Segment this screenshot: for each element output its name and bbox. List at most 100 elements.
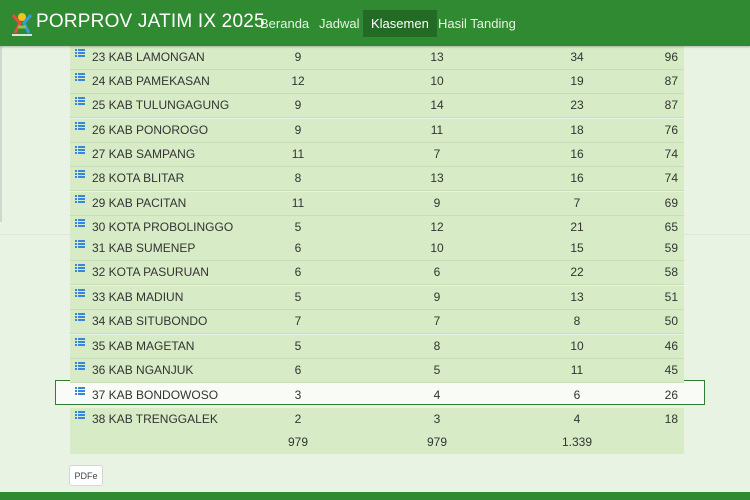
nav-hasil-tanding[interactable]: Hasil Tanding bbox=[429, 10, 525, 37]
total-gold: 979 bbox=[287, 435, 309, 449]
nav-jadwal[interactable]: Jadwal bbox=[310, 10, 368, 37]
table-row[interactable]: 38 KAB TRENGGALEK 2 3 4 18 bbox=[70, 408, 684, 432]
total-count: 58 bbox=[664, 265, 678, 279]
gold-count: 8 bbox=[294, 171, 302, 185]
total-count: 87 bbox=[664, 98, 678, 112]
silver-count: 12 bbox=[430, 220, 444, 234]
list-icon[interactable] bbox=[75, 194, 85, 204]
list-icon[interactable] bbox=[75, 410, 85, 420]
silver-count: 13 bbox=[430, 171, 444, 185]
bronze-count: 4 bbox=[573, 412, 581, 426]
gold-count: 3 bbox=[294, 388, 302, 402]
list-icon[interactable] bbox=[75, 169, 85, 179]
total-count: 26 bbox=[664, 388, 678, 402]
footer-bar bbox=[0, 492, 750, 500]
table-row[interactable]: 27 KAB SAMPANG 11 7 16 74 bbox=[70, 143, 684, 167]
total-count: 50 bbox=[664, 314, 678, 328]
total-silver: 979 bbox=[426, 435, 448, 449]
bronze-count: 13 bbox=[570, 290, 584, 304]
team-name: 34 KAB SITUBONDO bbox=[92, 314, 208, 328]
list-icon[interactable] bbox=[75, 312, 85, 322]
team-name: 26 KAB PONOROGO bbox=[92, 123, 209, 137]
total-count: 96 bbox=[664, 50, 678, 64]
list-icon[interactable] bbox=[75, 361, 85, 371]
gold-count: 2 bbox=[294, 412, 302, 426]
gold-count: 6 bbox=[294, 265, 302, 279]
table-row[interactable]: 36 KAB NGANJUK 6 5 11 45 bbox=[70, 359, 684, 383]
silver-count: 13 bbox=[430, 50, 444, 64]
team-name: 30 KOTA PROBOLINGGO bbox=[92, 220, 234, 234]
total-count: 51 bbox=[664, 290, 678, 304]
total-count: 74 bbox=[664, 171, 678, 185]
list-icon[interactable] bbox=[75, 96, 85, 106]
table-row[interactable]: 35 KAB MAGETAN 5 8 10 46 bbox=[70, 335, 684, 359]
team-name: 37 KAB BONDOWOSO bbox=[92, 388, 219, 402]
gold-count: 6 bbox=[294, 241, 302, 255]
list-icon[interactable] bbox=[75, 72, 85, 82]
list-icon[interactable] bbox=[75, 145, 85, 155]
gold-count: 5 bbox=[294, 220, 302, 234]
porprov-logo-icon[interactable] bbox=[10, 9, 34, 37]
gold-count: 11 bbox=[291, 147, 305, 161]
gold-count: 12 bbox=[291, 74, 305, 88]
team-name: 38 KAB TRENGGALEK bbox=[92, 412, 218, 426]
nav-klasemen[interactable]: Klasemen bbox=[363, 10, 437, 37]
silver-count: 6 bbox=[433, 265, 441, 279]
list-icon[interactable] bbox=[75, 386, 85, 396]
gold-count: 9 bbox=[294, 98, 302, 112]
bronze-count: 18 bbox=[570, 123, 584, 137]
table-row[interactable]: 23 KAB LAMONGAN 9 13 34 96 bbox=[70, 46, 684, 70]
bronze-count: 23 bbox=[570, 98, 584, 112]
bronze-count: 7 bbox=[573, 196, 581, 210]
total-count: 45 bbox=[664, 363, 678, 377]
total-count: 18 bbox=[664, 412, 678, 426]
list-icon[interactable] bbox=[75, 121, 85, 131]
silver-count: 7 bbox=[433, 314, 441, 328]
list-icon[interactable] bbox=[75, 337, 85, 347]
table-row[interactable]: 29 KAB PACITAN 11 9 7 69 bbox=[70, 192, 684, 216]
bronze-count: 11 bbox=[570, 363, 584, 377]
bronze-count: 19 bbox=[570, 74, 584, 88]
silver-count: 11 bbox=[430, 123, 444, 137]
bronze-count: 16 bbox=[570, 171, 584, 185]
silver-count: 3 bbox=[433, 412, 441, 426]
total-count: 74 bbox=[664, 147, 678, 161]
total-count: 76 bbox=[664, 123, 678, 137]
table-row[interactable]: 26 KAB PONOROGO 9 11 18 76 bbox=[70, 119, 684, 143]
table-row[interactable]: 37 KAB BONDOWOSO 3 4 6 26 bbox=[70, 384, 684, 408]
list-icon[interactable] bbox=[75, 48, 85, 58]
bronze-count: 16 bbox=[570, 147, 584, 161]
silver-count: 10 bbox=[430, 241, 444, 255]
list-icon[interactable] bbox=[75, 218, 85, 228]
list-icon[interactable] bbox=[75, 263, 85, 273]
table-row[interactable]: 24 KAB PAMEKASAN 12 10 19 87 bbox=[70, 70, 684, 94]
silver-count: 8 bbox=[433, 339, 441, 353]
team-name: 31 KAB SUMENEP bbox=[92, 241, 196, 255]
silver-count: 9 bbox=[433, 196, 441, 210]
table-row[interactable]: 28 KOTA BLITAR 8 13 16 74 bbox=[70, 167, 684, 191]
team-name: 32 KOTA PASURUAN bbox=[92, 265, 209, 279]
team-name: 28 KOTA BLITAR bbox=[92, 171, 185, 185]
team-name: 36 KAB NGANJUK bbox=[92, 363, 194, 377]
gold-count: 5 bbox=[294, 290, 302, 304]
list-icon[interactable] bbox=[75, 239, 85, 249]
totals-row: 979 979 1.339 bbox=[70, 430, 684, 454]
brand-title[interactable]: PORPROV JATIM IX 2025 bbox=[36, 11, 265, 33]
bronze-count: 8 bbox=[573, 314, 581, 328]
table-row[interactable]: 33 KAB MADIUN 5 9 13 51 bbox=[70, 286, 684, 310]
team-name: 24 KAB PAMEKASAN bbox=[92, 74, 210, 88]
table-row[interactable]: 31 KAB SUMENEP 6 10 15 59 bbox=[70, 237, 684, 261]
table-row[interactable]: 25 KAB TULUNGAGUNG 9 14 23 87 bbox=[70, 94, 684, 118]
gold-count: 7 bbox=[294, 314, 302, 328]
team-name: 27 KAB SAMPANG bbox=[92, 147, 196, 161]
table-row[interactable]: 32 KOTA PASURUAN 6 6 22 58 bbox=[70, 261, 684, 285]
table-row[interactable]: 34 KAB SITUBONDO 7 7 8 50 bbox=[70, 310, 684, 334]
nav-beranda[interactable]: Beranda bbox=[251, 10, 318, 37]
pdf-button[interactable]: PDFe bbox=[69, 465, 103, 486]
bronze-count: 34 bbox=[570, 50, 584, 64]
bronze-count: 21 bbox=[570, 220, 584, 234]
total-count: 87 bbox=[664, 74, 678, 88]
silver-count: 5 bbox=[433, 363, 441, 377]
team-name: 35 KAB MAGETAN bbox=[92, 339, 195, 353]
list-icon[interactable] bbox=[75, 288, 85, 298]
